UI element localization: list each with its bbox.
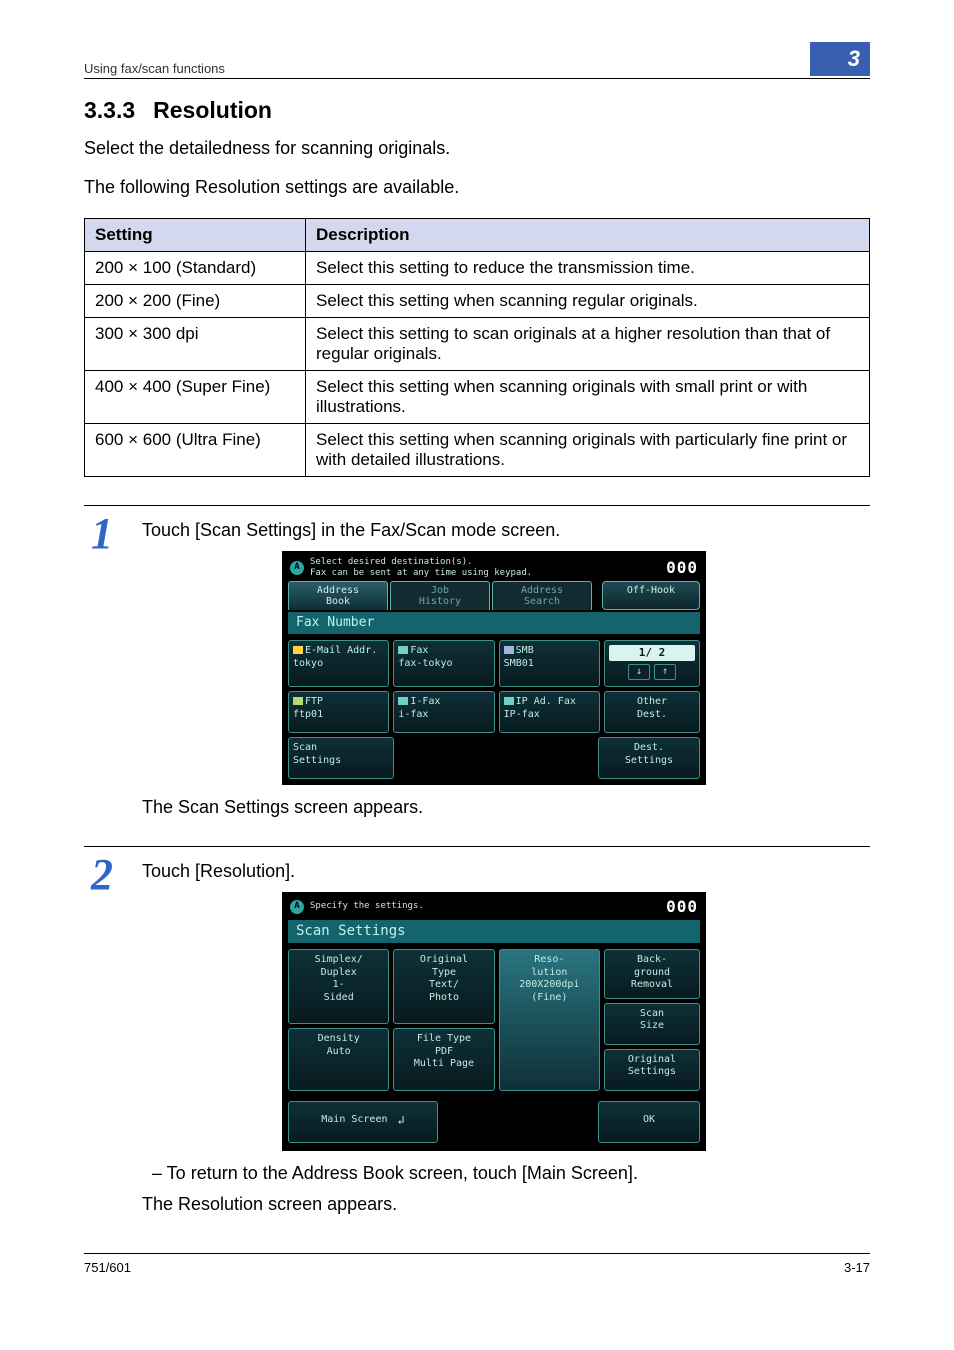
chapter-number-badge: 3 — [810, 42, 870, 76]
step-2: 2 Touch [Resolution]. A Specify the sett… — [84, 857, 870, 1224]
lcd-prompt: Select desired destination(s). Fax can b… — [310, 557, 660, 579]
lcd-prompt: Specify the settings. — [310, 901, 660, 912]
simplex-duplex-button[interactable]: Simplex/ Duplex1- Sided — [288, 949, 389, 1024]
step-number: 1 — [84, 512, 120, 556]
table-head-description: Description — [306, 219, 870, 252]
fax-scan-mode-screen: A Select desired destination(s). Fax can… — [282, 551, 706, 785]
dest-ip-fax[interactable]: IP Ad. FaxIP-fax — [499, 691, 600, 733]
info-icon: A — [290, 900, 304, 914]
dest-fax-tokyo[interactable]: Faxfax-tokyo — [393, 640, 494, 687]
original-type-button[interactable]: Original TypeText/ Photo — [393, 949, 494, 1024]
other-dest-button[interactable]: Other Dest. — [604, 691, 700, 733]
step-2-text: Touch [Resolution]. — [142, 861, 870, 882]
mail-icon — [293, 646, 303, 654]
density-button[interactable]: DensityAuto — [288, 1028, 389, 1091]
step-number: 2 — [84, 853, 120, 897]
step-1-after: The Scan Settings screen appears. — [142, 797, 870, 818]
header-rule — [84, 78, 870, 79]
dest-ftp01[interactable]: FTPftp01 — [288, 691, 389, 733]
running-header: Using fax/scan functions 3 — [84, 42, 870, 76]
dest-settings-button[interactable]: Dest. Settings — [598, 737, 700, 779]
table-row: 300 × 300 dpiSelect this setting to scan… — [85, 318, 870, 371]
table-row: 400 × 400 (Super Fine)Select this settin… — [85, 371, 870, 424]
table-row: 200 × 200 (Fine)Select this setting when… — [85, 285, 870, 318]
page-down-icon[interactable]: ↓ — [628, 664, 650, 680]
ipfax-icon — [504, 697, 514, 705]
step-1-text: Touch [Scan Settings] in the Fax/Scan mo… — [142, 520, 870, 541]
fax-icon — [398, 646, 408, 654]
screen-title: Scan Settings — [288, 920, 700, 943]
resolution-settings-table: Setting Description 200 × 100 (Standard)… — [84, 218, 870, 477]
ifax-icon — [398, 697, 408, 705]
table-row: 200 × 100 (Standard)Select this setting … — [85, 252, 870, 285]
tab-address-search[interactable]: Address Search — [492, 581, 592, 610]
original-settings-button[interactable]: Original Settings — [604, 1049, 700, 1091]
running-header-text: Using fax/scan functions — [84, 61, 225, 76]
table-row: 600 × 600 (Ultra Fine)Select this settin… — [85, 424, 870, 477]
tab-address-book[interactable]: Address Book — [288, 581, 388, 610]
step-1: 1 Touch [Scan Settings] in the Fax/Scan … — [84, 516, 870, 828]
page-footer: 751/601 3-17 — [84, 1253, 870, 1275]
page-up-icon[interactable]: ↑ — [654, 664, 676, 680]
background-removal-button[interactable]: Back- ground Removal — [604, 949, 700, 999]
fax-number-field[interactable]: Fax Number — [288, 612, 700, 634]
scan-settings-screen: A Specify the settings. 000 Scan Setting… — [282, 892, 706, 1150]
file-type-button[interactable]: File TypePDF Multi Page — [393, 1028, 494, 1091]
section-heading: 3.3.3 Resolution — [84, 97, 870, 124]
job-counter: 000 — [666, 898, 698, 916]
main-screen-button[interactable]: Main Screen — [288, 1101, 438, 1143]
info-icon: A — [290, 561, 304, 575]
ok-button[interactable]: OK — [598, 1101, 700, 1143]
intro-paragraph-2: The following Resolution settings are av… — [84, 175, 870, 200]
dest-smb01[interactable]: SMBSMB01 — [499, 640, 600, 687]
job-counter: 000 — [666, 559, 698, 577]
table-head-setting: Setting — [85, 219, 306, 252]
dest-ifax[interactable]: I-Faxi-fax — [393, 691, 494, 733]
ftp-icon — [293, 697, 303, 705]
off-hook-button[interactable]: Off-Hook — [602, 581, 700, 610]
step-2-after: The Resolution screen appears. — [142, 1194, 870, 1215]
dest-email-tokyo[interactable]: E-Mail Addr.tokyo — [288, 640, 389, 687]
scan-size-button[interactable]: Scan Size — [604, 1003, 700, 1045]
footer-page-number: 3-17 — [844, 1260, 870, 1275]
step-separator — [84, 846, 870, 847]
smb-icon — [504, 646, 514, 654]
step-2-bullet: – To return to the Address Book screen, … — [152, 1163, 870, 1184]
scan-settings-button[interactable]: Scan Settings — [288, 737, 394, 779]
intro-paragraph-1: Select the detailedness for scanning ori… — [84, 136, 870, 161]
page-indicator: 1/ 2 ↓↑ — [604, 640, 700, 687]
footer-model: 751/601 — [84, 1260, 131, 1275]
section-title-text: Resolution — [153, 97, 272, 123]
step-separator — [84, 505, 870, 506]
resolution-button[interactable]: Reso- lution200X200dpi (Fine) — [499, 949, 600, 1091]
tab-job-history[interactable]: Job History — [390, 581, 490, 610]
section-number: 3.3.3 — [84, 97, 135, 123]
